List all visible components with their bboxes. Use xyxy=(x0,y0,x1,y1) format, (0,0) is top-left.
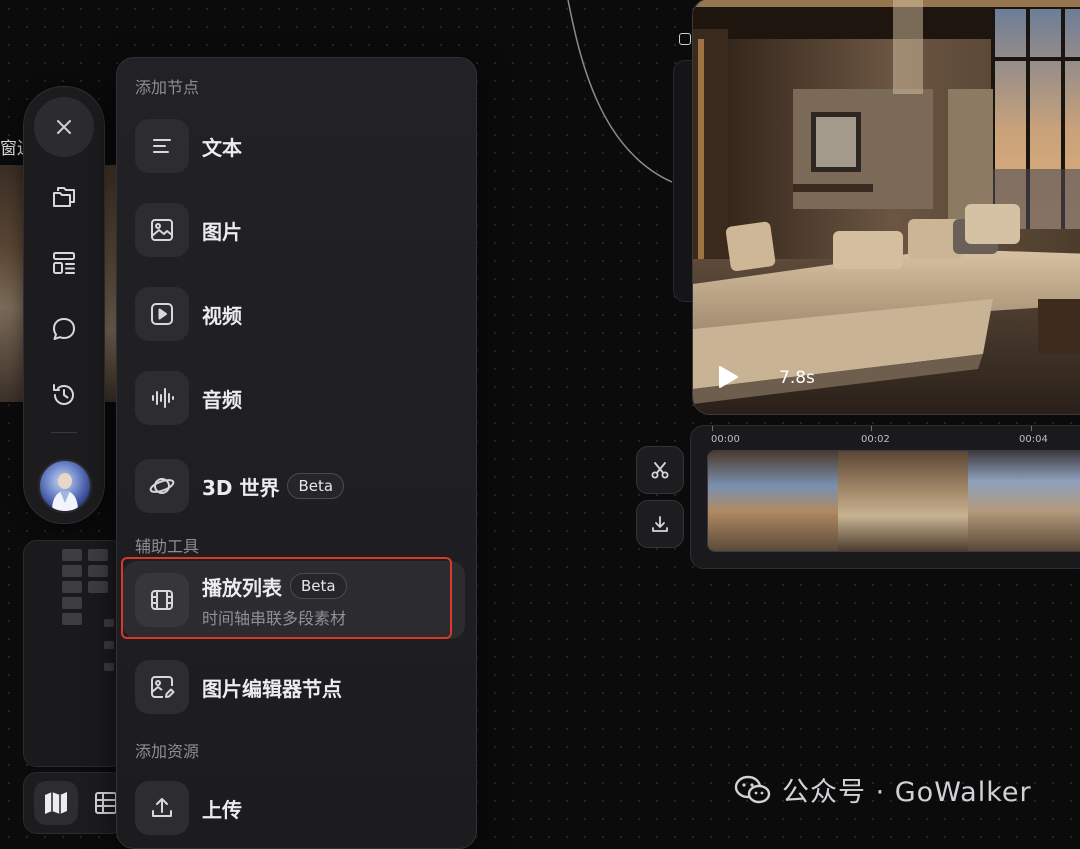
minimap[interactable] xyxy=(23,540,125,767)
menu-item-label: 图片 xyxy=(202,219,242,244)
watermark-text: 公众号 · GoWalker xyxy=(782,777,1032,808)
minimap-node xyxy=(88,565,108,577)
image-edit-icon xyxy=(151,676,175,698)
close-button[interactable] xyxy=(34,97,94,157)
partial-node-image-edge xyxy=(103,165,117,402)
templates-button[interactable] xyxy=(44,243,84,283)
avatar[interactable] xyxy=(38,459,92,513)
avatar-image xyxy=(52,473,78,511)
menu-item-video[interactable]: 视频 xyxy=(135,285,465,343)
play-button[interactable] xyxy=(717,365,739,393)
tick-mark xyxy=(712,426,713,431)
text-icon xyxy=(153,139,171,153)
wechat-logo-icon xyxy=(734,775,771,803)
watermark: 公众号 · GoWalker xyxy=(734,770,1032,809)
grid-icon xyxy=(95,792,117,814)
text-icon-tile xyxy=(135,119,189,173)
minimap-node xyxy=(62,549,82,561)
history-button[interactable] xyxy=(44,375,84,415)
section-title-add-node: 添加节点 xyxy=(135,78,200,97)
audio-icon-tile xyxy=(135,371,189,425)
minimap-node xyxy=(62,613,82,625)
planet-icon-tile xyxy=(135,459,189,513)
video-node-preview[interactable]: 7.8s xyxy=(692,0,1080,415)
assets-button[interactable] xyxy=(44,177,84,217)
planet-icon xyxy=(149,478,175,494)
grid-view-button[interactable] xyxy=(94,791,118,819)
upload-icon xyxy=(152,798,172,817)
minimap-node xyxy=(104,641,114,649)
minimap-node xyxy=(104,663,114,671)
menu-item-label: 文本 xyxy=(202,135,242,160)
close-icon xyxy=(57,120,71,134)
minimap-node xyxy=(62,597,82,609)
timeline-tick-label: 00:04 xyxy=(1019,434,1048,445)
clip-thumbnail xyxy=(968,451,1080,551)
add-node-menu: 添加节点 文本 图片 视频 音频 3D 世界 Beta 辅助工具 播放列表 Be… xyxy=(116,57,477,849)
cut-button[interactable] xyxy=(636,446,684,494)
chat-bubble-icon xyxy=(53,318,75,340)
timeline-tick-label: 00:02 xyxy=(861,434,890,445)
minimap-node xyxy=(88,549,108,561)
download-button[interactable] xyxy=(636,500,684,548)
section-title-add-resource: 添加资源 xyxy=(135,742,200,761)
clip-thumbnail xyxy=(708,451,838,551)
folders-icon xyxy=(53,187,75,207)
menu-item-upload[interactable]: 上传 xyxy=(135,779,465,837)
left-toolbar xyxy=(23,86,105,524)
map-view-button[interactable] xyxy=(34,781,78,825)
menu-item-audio[interactable]: 音频 xyxy=(135,369,465,427)
menu-item-image[interactable]: 图片 xyxy=(135,201,465,259)
chat-button[interactable] xyxy=(44,309,84,349)
minimap-node xyxy=(62,565,82,577)
node-port-icon[interactable] xyxy=(679,33,691,45)
video-frame-image xyxy=(693,0,1080,414)
clip-thumbnail xyxy=(838,451,968,551)
menu-item-text[interactable]: 文本 xyxy=(135,117,465,175)
play-icon xyxy=(719,366,738,388)
menu-item-3d-world[interactable]: 3D 世界 Beta xyxy=(135,457,465,515)
timeline-clip-strip[interactable] xyxy=(707,450,1080,552)
video-duration: 7.8s xyxy=(779,368,815,388)
menu-item-label: 3D 世界 xyxy=(202,475,280,500)
menu-item-label: 音频 xyxy=(202,387,242,412)
connection-edge xyxy=(567,0,673,183)
image-icon-tile xyxy=(135,203,189,257)
video-icon xyxy=(151,303,173,325)
menu-item-label: 上传 xyxy=(202,797,242,822)
highlight-annotation-frame xyxy=(121,557,452,639)
download-icon xyxy=(652,516,668,532)
beta-badge: Beta xyxy=(287,473,345,499)
tick-mark xyxy=(871,426,872,431)
menu-item-label: 视频 xyxy=(202,303,242,328)
rail-divider xyxy=(51,432,77,433)
minimap-node xyxy=(104,619,114,627)
image-icon xyxy=(151,219,173,241)
section-title-tools: 辅助工具 xyxy=(135,537,200,556)
scissors-icon xyxy=(651,462,669,479)
timeline-tick-label: 00:00 xyxy=(711,434,740,445)
minimap-node xyxy=(88,581,108,593)
upload-icon-tile xyxy=(135,781,189,835)
audio-icon xyxy=(152,388,174,408)
minimap-node xyxy=(62,581,82,593)
history-icon xyxy=(53,384,74,405)
layout-icon xyxy=(53,252,75,274)
playlist-timeline[interactable]: 00:00 00:02 00:04 xyxy=(690,425,1080,569)
view-switcher xyxy=(23,772,125,834)
menu-item-image-editor[interactable]: 图片编辑器节点 xyxy=(135,658,465,716)
tick-mark xyxy=(1031,426,1032,431)
menu-item-label: 图片编辑器节点 xyxy=(202,676,342,701)
video-icon-tile xyxy=(135,287,189,341)
image-edit-icon-tile xyxy=(135,660,189,714)
map-icon xyxy=(45,792,67,814)
